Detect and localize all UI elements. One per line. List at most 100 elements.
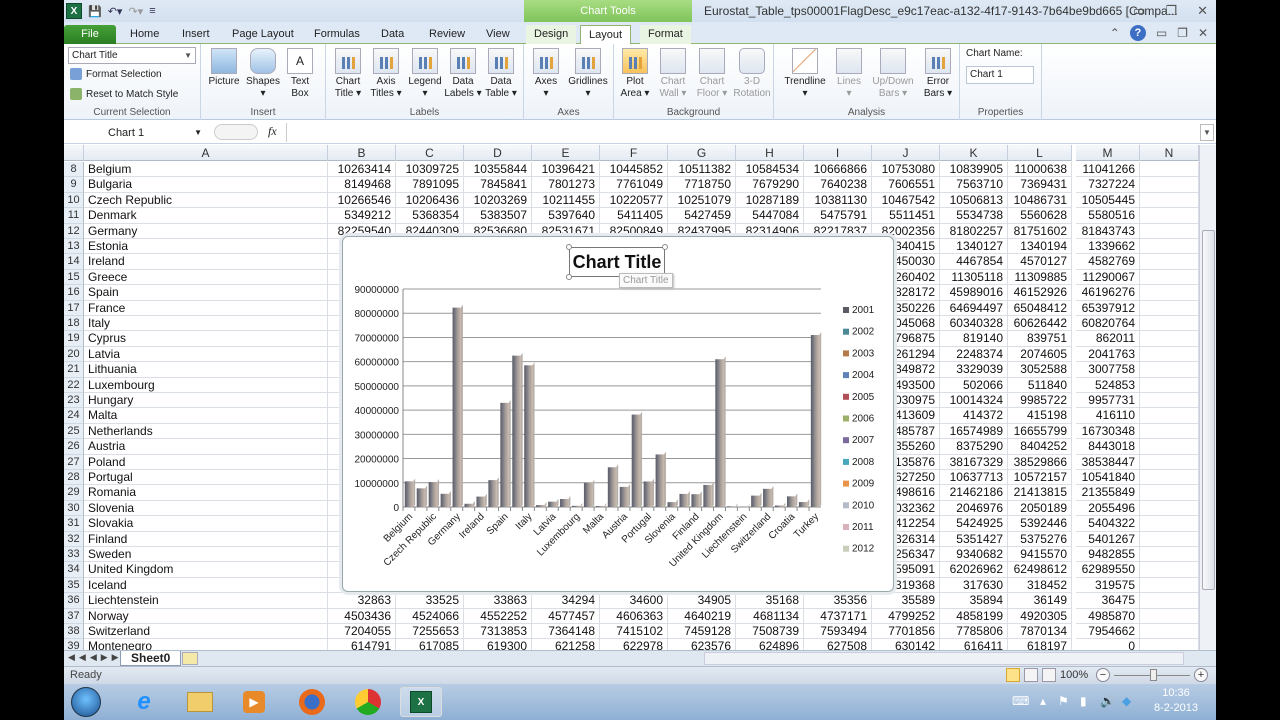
row-header[interactable]: 10 (64, 192, 84, 209)
country-cell[interactable]: Netherlands (84, 423, 328, 440)
value-cell[interactable]: 4799252 (872, 608, 940, 624)
restore-icon[interactable]: ❐ (1165, 3, 1177, 19)
country-cell[interactable]: Austria (84, 439, 328, 455)
row-header[interactable]: 39 (64, 639, 84, 650)
value-cell[interactable]: 38167329 (940, 454, 1008, 470)
row-header[interactable]: 14 (64, 254, 84, 270)
page-break-view-button[interactable] (1042, 668, 1056, 682)
axis-titles-button[interactable]: Axis Titles ▾ (368, 48, 404, 100)
zoom-in-button[interactable]: + (1194, 668, 1208, 682)
value-cell[interactable]: 21413815 (1008, 485, 1072, 501)
row-header[interactable]: 26 (64, 439, 84, 455)
value-cell[interactable]: 36149 (1008, 593, 1072, 609)
empty-cell[interactable] (1140, 177, 1199, 193)
value-cell[interactable]: 10541840 (1076, 470, 1140, 486)
value-cell[interactable]: 62498612 (1008, 562, 1072, 578)
row-header[interactable]: 13 (64, 239, 84, 255)
resize-handle[interactable] (662, 244, 668, 250)
value-cell[interactable]: 9415570 (1008, 547, 1072, 563)
value-cell[interactable]: 10251079 (668, 192, 736, 209)
value-cell[interactable]: 2050189 (1008, 500, 1072, 517)
value-cell[interactable]: 5580516 (1076, 208, 1140, 224)
row-header[interactable]: 16 (64, 285, 84, 301)
row-header[interactable]: 17 (64, 300, 84, 316)
row-header[interactable]: 15 (64, 269, 84, 286)
country-cell[interactable]: Ireland (84, 254, 328, 270)
value-cell[interactable]: 618197 (1008, 639, 1072, 650)
country-cell[interactable]: Belgium (84, 162, 328, 178)
value-cell[interactable]: 35356 (804, 593, 872, 609)
tab-data[interactable]: Data (373, 25, 412, 44)
value-cell[interactable]: 3007758 (1076, 362, 1140, 378)
show-hidden-icons[interactable]: ▴ (1040, 694, 1046, 708)
row-header[interactable]: 23 (64, 393, 84, 409)
empty-cell[interactable] (1140, 639, 1199, 650)
value-cell[interactable]: 60340328 (940, 316, 1008, 332)
row-header[interactable]: 35 (64, 577, 84, 594)
value-cell[interactable]: 819140 (940, 331, 1008, 347)
country-cell[interactable]: Bulgaria (84, 177, 328, 193)
value-cell[interactable]: 7313853 (464, 624, 532, 640)
value-cell[interactable]: 7891095 (396, 177, 464, 193)
value-cell[interactable]: 624896 (736, 639, 804, 650)
country-cell[interactable]: Iceland (84, 577, 328, 594)
column-header[interactable]: E (532, 145, 600, 161)
empty-cell[interactable] (1140, 300, 1199, 316)
minimize-icon[interactable]: ▭ (1133, 3, 1145, 19)
value-cell[interactable]: 33525 (396, 593, 464, 609)
value-cell[interactable]: 5368354 (396, 208, 464, 224)
value-cell[interactable]: 7640238 (804, 177, 872, 193)
row-header[interactable]: 27 (64, 454, 84, 470)
country-cell[interactable]: Latvia (84, 346, 328, 363)
tab-home[interactable]: Home (122, 25, 167, 44)
value-cell[interactable]: 617085 (396, 639, 464, 650)
value-cell[interactable]: 10572157 (1008, 470, 1072, 486)
value-cell[interactable]: 0 (1076, 639, 1140, 650)
empty-cell[interactable] (1140, 346, 1199, 363)
value-cell[interactable]: 34905 (668, 593, 736, 609)
column-header[interactable]: H (736, 145, 804, 161)
value-cell[interactable]: 5351427 (940, 531, 1008, 547)
value-cell[interactable]: 317630 (940, 577, 1008, 594)
value-cell[interactable]: 34294 (532, 593, 600, 609)
value-cell[interactable]: 7593494 (804, 624, 872, 640)
insert-sheet-icon[interactable] (182, 652, 198, 665)
value-cell[interactable]: 10753080 (872, 162, 940, 178)
value-cell[interactable]: 10287189 (736, 192, 804, 209)
empty-cell[interactable] (1140, 593, 1199, 609)
country-cell[interactable]: Portugal (84, 470, 328, 486)
value-cell[interactable]: 10584534 (736, 162, 804, 178)
volume-icon[interactable]: 🔊 (1100, 694, 1115, 708)
value-cell[interactable]: 4681134 (736, 608, 804, 624)
value-cell[interactable]: 60820764 (1076, 316, 1140, 332)
value-cell[interactable]: 5511451 (872, 208, 940, 224)
country-cell[interactable]: Finland (84, 531, 328, 547)
value-cell[interactable]: 38529866 (1008, 454, 1072, 470)
value-cell[interactable]: 8375290 (940, 439, 1008, 455)
tab-format[interactable]: Format (640, 25, 691, 44)
formula-input[interactable] (286, 123, 1200, 142)
value-cell[interactable]: 2041763 (1076, 346, 1140, 363)
country-cell[interactable]: Romania (84, 485, 328, 501)
empty-cell[interactable] (1140, 485, 1199, 501)
value-cell[interactable]: 10839905 (940, 162, 1008, 178)
chart-title-button[interactable]: Chart Title ▾ (330, 48, 366, 100)
horizontal-scrollbar[interactable] (704, 652, 1184, 665)
zoom-level[interactable]: 100% (1060, 669, 1088, 681)
row-header[interactable]: 20 (64, 346, 84, 363)
value-cell[interactable]: 35589 (872, 593, 940, 609)
value-cell[interactable]: 62989550 (1076, 562, 1140, 578)
zoom-slider-thumb[interactable] (1150, 669, 1157, 681)
up-down-bars-button[interactable]: Up/Down Bars ▾ (868, 48, 918, 100)
value-cell[interactable]: 10445852 (600, 162, 668, 178)
row-header[interactable]: 38 (64, 624, 84, 640)
value-cell[interactable]: 10506813 (940, 192, 1008, 209)
value-cell[interactable]: 1340194 (1008, 239, 1072, 255)
workbook-close-icon[interactable]: ✕ (1198, 26, 1208, 40)
tab-page-layout[interactable]: Page Layout (224, 25, 302, 44)
chart-elements-dropdown[interactable]: Chart Title ▼ (68, 47, 196, 64)
column-header[interactable]: A (84, 145, 328, 161)
value-cell[interactable]: 7785806 (940, 624, 1008, 640)
minimize-ribbon-icon[interactable]: ⌃ (1110, 26, 1120, 40)
value-cell[interactable]: 10637713 (940, 470, 1008, 486)
